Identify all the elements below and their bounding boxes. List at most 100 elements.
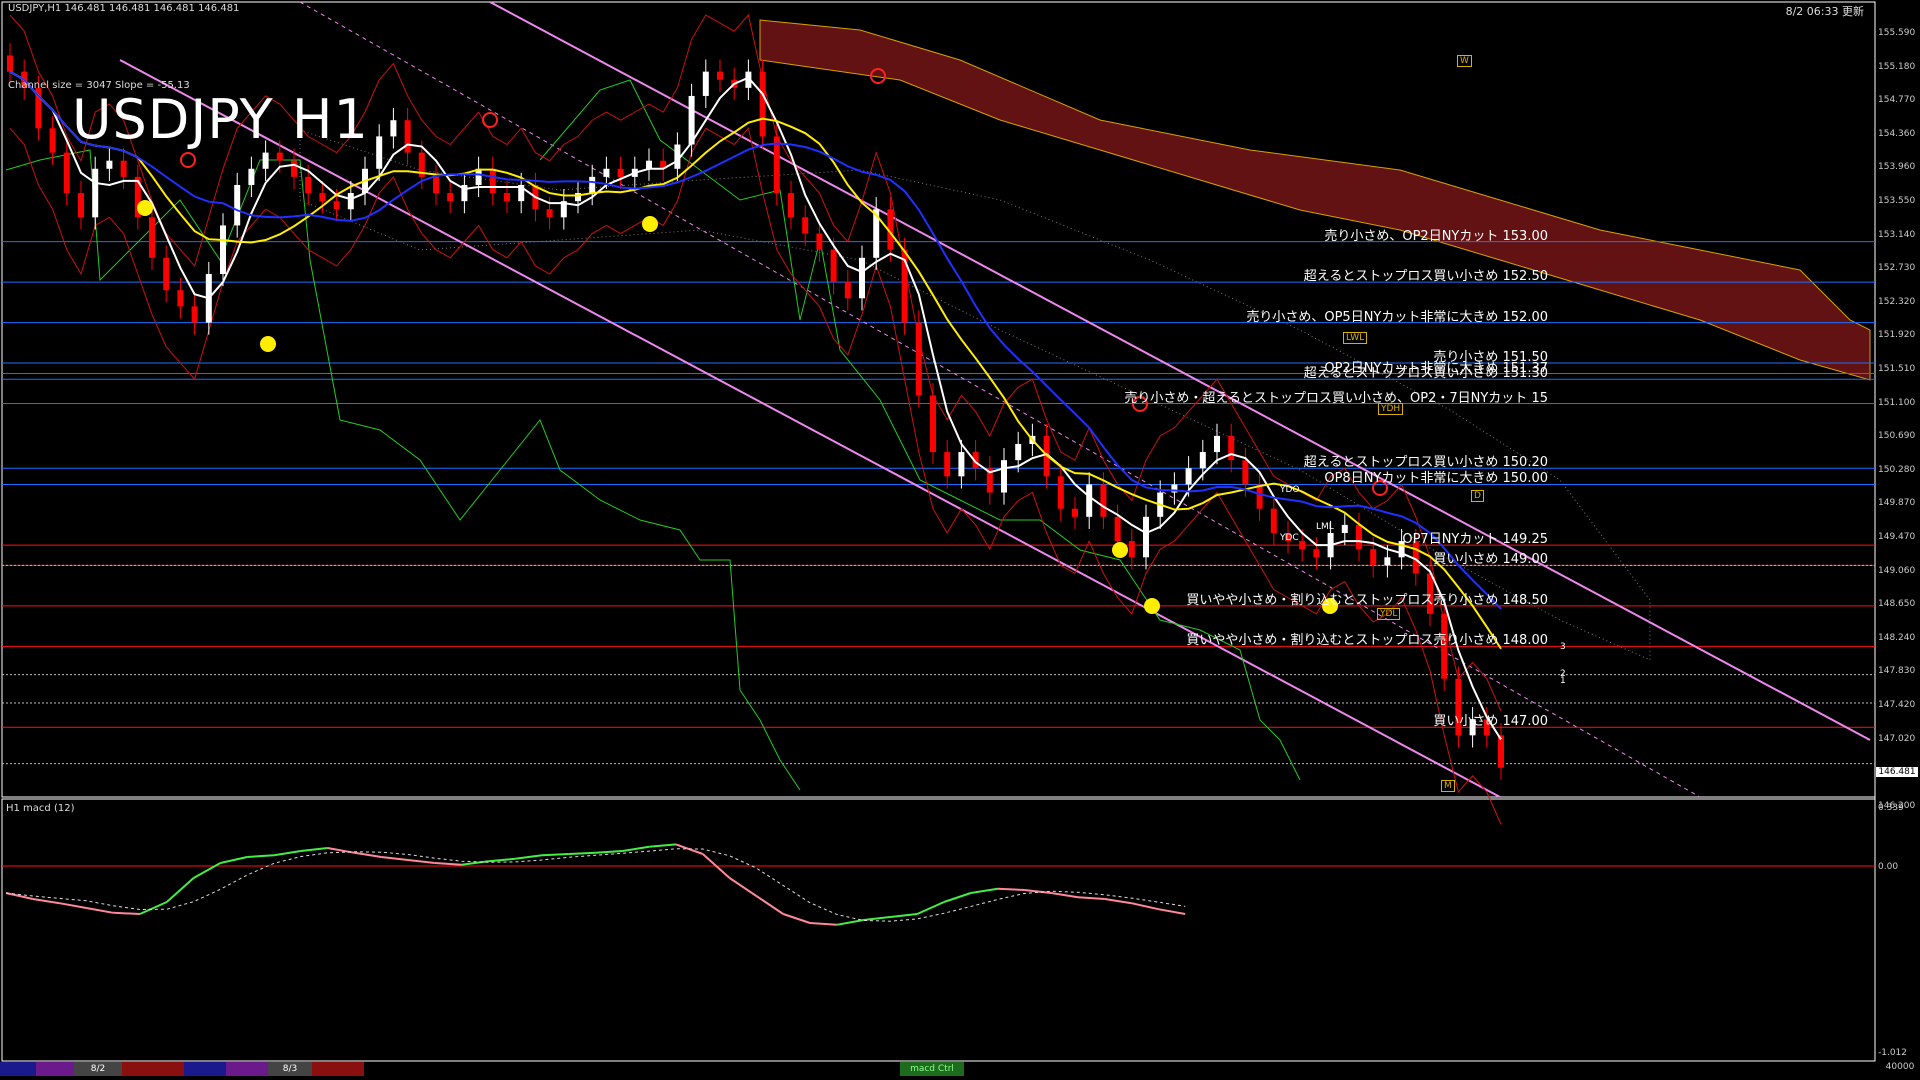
price-tick: 154.360 xyxy=(1878,128,1916,139)
macd-tick: 0.00 xyxy=(1878,862,1899,872)
period-seg xyxy=(226,1062,268,1076)
candle-body xyxy=(859,257,865,299)
candle-body xyxy=(1214,435,1220,453)
candle-body xyxy=(759,71,766,137)
price-tick: 154.770 xyxy=(1878,95,1916,106)
price-tick: 152.320 xyxy=(1878,296,1916,307)
price-tick: 155.180 xyxy=(1878,61,1916,72)
level-label: 買いやや小さめ・割り込むとストップロス売り小さめ 148.00 xyxy=(1186,633,1548,649)
candle-body xyxy=(1199,452,1206,469)
candle-body xyxy=(447,193,454,202)
price-tick: 153.550 xyxy=(1878,196,1916,206)
marker-d: D xyxy=(1471,490,1484,502)
level-label: 買い小さめ 149.00 xyxy=(1433,552,1548,568)
price-tick: 155.590 xyxy=(1878,28,1916,38)
candle-body xyxy=(1228,435,1235,461)
current-price-label: 146.481 xyxy=(1876,767,1918,777)
candle-body xyxy=(773,136,780,194)
candle-body xyxy=(248,168,255,185)
price-tick: 148.240 xyxy=(1878,632,1916,643)
candle-body xyxy=(1086,484,1093,517)
macd-title: H1 macd (12) xyxy=(6,803,75,814)
marker-m: M xyxy=(1441,780,1455,792)
candle-body xyxy=(376,136,383,169)
price-tick: 150.280 xyxy=(1878,464,1916,475)
symbol-header: USDJPY,H1 146.481 146.481 146.481 146.48… xyxy=(8,3,240,14)
candle-body xyxy=(1100,484,1107,517)
marker-ydo: YDO xyxy=(1280,485,1300,495)
candle-body xyxy=(63,152,70,194)
candle-body xyxy=(930,395,936,453)
price-tick: 153.140 xyxy=(1878,229,1916,240)
period-seg xyxy=(36,1062,74,1076)
level-label: 売り小さめ、OP2日NYカット 153.00 xyxy=(1324,228,1548,244)
price-tick: 149.060 xyxy=(1878,565,1916,576)
candle-body xyxy=(220,225,226,275)
period-tab-8-2[interactable]: 8/2 xyxy=(74,1062,122,1076)
macd-segment xyxy=(997,887,1025,891)
candle-body xyxy=(1299,541,1306,550)
level-label: 売り小さめ、OP5日NYカット非常に大きめ 152.00 xyxy=(1246,309,1548,325)
candle-body xyxy=(1185,468,1192,485)
candle-body xyxy=(1256,484,1263,509)
candle-body xyxy=(404,120,411,153)
period-tab-8-3[interactable]: 8/3 xyxy=(268,1062,312,1076)
candle-body xyxy=(717,71,723,80)
marker-lwl: LWL xyxy=(1343,332,1368,344)
candle-body xyxy=(1313,549,1320,558)
candle-body xyxy=(1001,460,1007,493)
price-tick: 152.730 xyxy=(1878,263,1916,274)
level-label: 買いやや小さめ・割り込むとストップロス売り小さめ 148.50 xyxy=(1186,592,1548,608)
candle-body xyxy=(788,193,794,218)
candle-body xyxy=(617,168,624,177)
candle-body xyxy=(504,193,510,202)
marker-lml: LML xyxy=(1316,522,1334,532)
macd-tick: -1.012 xyxy=(1878,1048,1908,1058)
candle-body xyxy=(191,306,198,323)
candle-body xyxy=(1242,460,1249,485)
candle-body xyxy=(347,193,354,210)
level-label: 超えるとストップロス買い小さめ 151.30 xyxy=(1303,366,1548,382)
candle-body xyxy=(1270,508,1277,534)
candle-body xyxy=(291,160,297,177)
candle-body xyxy=(816,233,823,250)
macd-ctrl-tab[interactable]: macd Ctrl xyxy=(900,1062,964,1076)
candle-body xyxy=(802,217,809,234)
level-label: OP8日NYカット非常に大きめ 150.00 xyxy=(1324,471,1548,487)
price-chart[interactable] xyxy=(0,0,1920,1080)
period-bar: 8/2 8/3 macd Ctrl 40000 xyxy=(0,1060,1920,1076)
candle-body xyxy=(276,152,283,161)
candle-body xyxy=(1057,476,1064,509)
pivot-up-icon xyxy=(642,216,658,232)
candle-body xyxy=(234,184,241,226)
level-label: 超えるとストップロス買い小さめ 152.50 xyxy=(1303,269,1548,285)
marker-ydl: YDL xyxy=(1377,608,1401,620)
price-tick: 151.920 xyxy=(1878,330,1916,341)
candle-body xyxy=(177,290,184,307)
candle-body xyxy=(702,71,709,96)
pivot-up-icon xyxy=(260,336,276,352)
price-tick: 149.470 xyxy=(1878,532,1916,542)
update-timestamp: 8/2 06:33 更新 xyxy=(1785,5,1864,18)
candle-body xyxy=(120,160,127,177)
macd-segment xyxy=(113,911,141,915)
price-tick: 147.830 xyxy=(1878,666,1916,677)
candle-body xyxy=(305,176,312,194)
candle-body xyxy=(1072,508,1078,517)
level-label: 買い小さめ 147.00 xyxy=(1433,714,1548,730)
candle-body xyxy=(830,249,837,283)
candle-body xyxy=(149,217,155,258)
price-tick: 153.960 xyxy=(1878,162,1916,173)
level-label: OP7日NYカット 149.25 xyxy=(1402,532,1548,548)
marker-w: W xyxy=(1457,55,1472,67)
pivot-up-icon xyxy=(1144,598,1160,614)
candle-body xyxy=(603,168,610,177)
candle-body xyxy=(262,152,269,169)
candle-body xyxy=(1498,735,1504,768)
period-seg xyxy=(184,1062,226,1076)
candle-body xyxy=(92,168,99,218)
candle-body xyxy=(333,201,340,210)
candle-body xyxy=(163,257,170,291)
candle-body xyxy=(915,322,922,396)
macd-bottom-label: 40000 xyxy=(1880,1060,1920,1074)
